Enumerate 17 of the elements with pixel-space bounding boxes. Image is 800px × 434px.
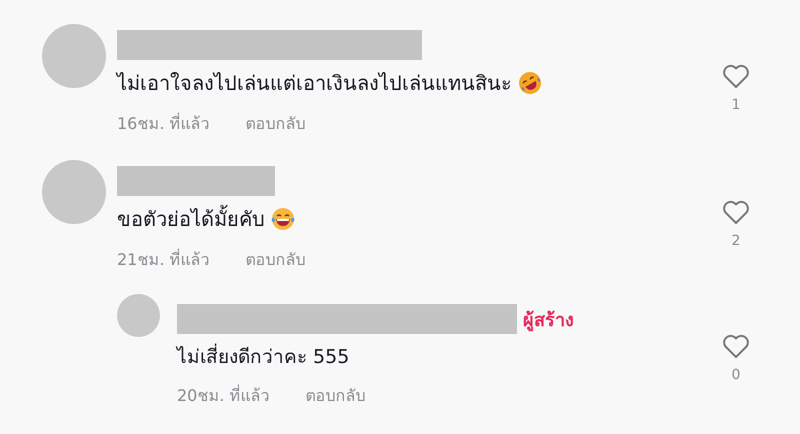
creator-label: ผู้สร้าง	[523, 308, 574, 334]
like-count: 1	[732, 97, 740, 113]
timestamp: 20ชม. ที่แล้ว	[177, 384, 270, 407]
heart-icon[interactable]	[722, 334, 750, 359]
like-count: 0	[732, 367, 740, 383]
reply-link[interactable]: ตอบกลับ	[246, 247, 306, 272]
reply-link[interactable]: ตอบกลับ	[246, 111, 306, 136]
comment-text: ไม่เสี่ยงดีกว่าคะ 555	[177, 341, 350, 371]
timestamp: 21ชม. ที่แล้ว	[117, 248, 210, 271]
comment-text: ไม่เอาใจลงไปเล่นแต่เอาเงินลงไปเล่นแทนสินะ	[117, 70, 512, 97]
reply-link[interactable]: ตอบกลับ	[306, 383, 366, 408]
heart-icon[interactable]	[722, 200, 750, 225]
comment-text: ขอตัวย่อได้มั้ยคับ	[117, 203, 265, 235]
like-count: 2	[732, 233, 740, 249]
heart-icon[interactable]	[722, 64, 750, 89]
laughing-emoji-icon	[271, 207, 295, 231]
timestamp: 16ชม. ที่แล้ว	[117, 112, 210, 135]
